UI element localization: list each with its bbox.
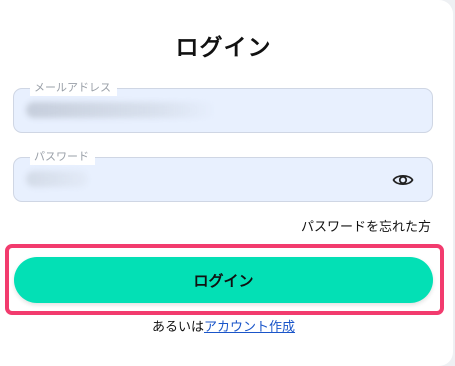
email-field[interactable]: メールアドレス [13, 80, 433, 133]
page-title: ログイン [175, 35, 272, 61]
email-value-redacted [26, 102, 216, 118]
password-field-label: パスワード [30, 149, 95, 165]
signup-prefix: あるいは [151, 320, 204, 335]
password-value-redacted [26, 171, 88, 187]
create-account-link[interactable]: アカウント作成 [204, 320, 295, 335]
eye-icon[interactable] [392, 171, 414, 189]
password-field[interactable]: パスワード [13, 149, 433, 202]
login-button[interactable]: ログイン [14, 257, 433, 303]
signup-row: あるいはアカウント作成 [0, 316, 447, 335]
email-field-label: メールアドレス [30, 80, 117, 96]
forgot-password-link[interactable]: パスワードを忘れた方 [301, 216, 431, 235]
login-card: ログイン メールアドレス パスワード パスワードを忘れた方 ログイン あるいはア… [0, 0, 453, 366]
